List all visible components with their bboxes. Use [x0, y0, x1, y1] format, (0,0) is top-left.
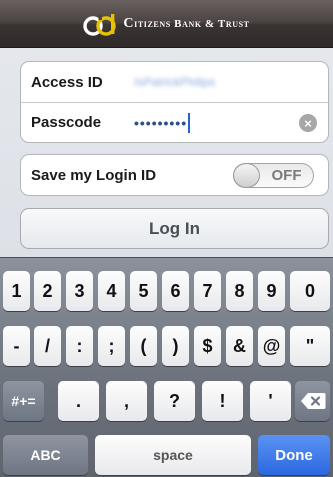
key-semicolon[interactable]: ;: [98, 326, 125, 366]
key-question[interactable]: ?: [154, 381, 195, 421]
key-exclamation[interactable]: !: [202, 381, 243, 421]
key-space[interactable]: space: [95, 435, 251, 475]
save-login-toggle[interactable]: OFF: [233, 163, 314, 188]
save-login-group: Save my Login ID OFF: [20, 154, 329, 196]
key-5[interactable]: 5: [130, 271, 157, 311]
key-2[interactable]: 2: [34, 271, 61, 311]
toggle-state: OFF: [271, 167, 302, 184]
key-6[interactable]: 6: [162, 271, 189, 311]
key-at[interactable]: @: [258, 326, 285, 366]
key-dollar[interactable]: $: [194, 326, 221, 366]
toggle-knob: [233, 163, 260, 188]
key-slash[interactable]: /: [34, 326, 61, 366]
credentials-group: Access ID IsPatrickPhilips Passcode ••••…: [20, 61, 329, 143]
backspace-key[interactable]: [295, 381, 330, 421]
key-close-paren[interactable]: ): [162, 326, 189, 366]
key-hyphen[interactable]: -: [3, 326, 30, 366]
passcode-row[interactable]: Passcode ••••••••• ×: [21, 102, 328, 142]
app-header: Citizens Bank & Trust: [0, 0, 333, 48]
key-7[interactable]: 7: [194, 271, 221, 311]
key-apostrophe[interactable]: ': [250, 381, 291, 421]
key-colon[interactable]: :: [66, 326, 93, 366]
key-open-paren[interactable]: (: [130, 326, 157, 366]
key-comma[interactable]: ,: [106, 381, 147, 421]
key-done[interactable]: Done: [258, 435, 330, 475]
key-abc[interactable]: ABC: [3, 435, 88, 475]
passcode-field[interactable]: •••••••••: [134, 115, 187, 131]
text-cursor: [188, 112, 191, 133]
key-9[interactable]: 9: [258, 271, 285, 311]
key-period[interactable]: .: [58, 381, 99, 421]
save-login-label: Save my Login ID: [31, 166, 157, 184]
key-8[interactable]: 8: [226, 271, 253, 311]
numeric-keyboard: 1 2 3 4 5 6 7 8 9 0 - / : ; ( ) $ & @ " …: [0, 257, 333, 477]
key-0[interactable]: 0: [290, 271, 330, 311]
bank-name: Citizens Bank & Trust: [123, 15, 250, 31]
key-4[interactable]: 4: [98, 271, 125, 311]
key-ampersand[interactable]: &: [226, 326, 253, 366]
key-3[interactable]: 3: [66, 271, 93, 311]
login-button[interactable]: Log In: [20, 208, 329, 249]
key-quote[interactable]: ": [290, 326, 330, 366]
backspace-icon: [300, 393, 325, 409]
access-id-field[interactable]: IsPatrickPhilips: [134, 75, 215, 89]
clear-icon[interactable]: ×: [299, 114, 317, 132]
login-form: Access ID IsPatrickPhilips Passcode ••••…: [0, 48, 333, 257]
access-id-label: Access ID: [31, 73, 103, 91]
save-login-row: Save my Login ID OFF: [21, 155, 328, 195]
access-id-row[interactable]: Access ID IsPatrickPhilips: [21, 62, 328, 102]
citizens-logo-icon: [83, 13, 117, 36]
login-screen: Citizens Bank & Trust Access ID IsPatric…: [0, 0, 333, 477]
key-1[interactable]: 1: [3, 271, 30, 311]
passcode-label: Passcode: [31, 114, 102, 131]
key-symbols[interactable]: #+=: [3, 381, 44, 421]
